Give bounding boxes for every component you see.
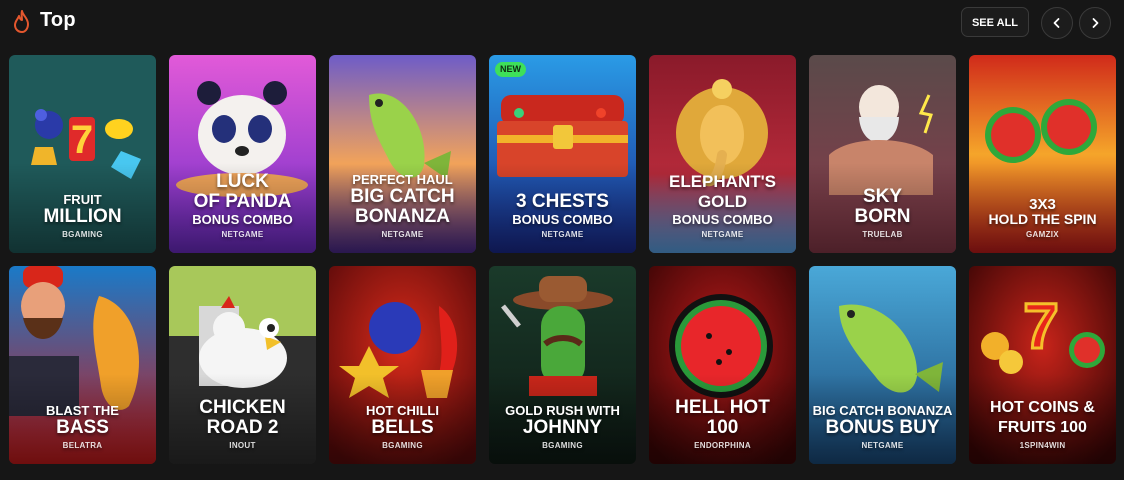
- game-text: GOLD RUSH WITH JOHNNY BGAMING: [489, 403, 636, 452]
- game-title: HOT COINS & FRUITS 100: [990, 399, 1095, 436]
- game-line1: BLAST THE: [46, 403, 119, 418]
- game-line1: FRUIT: [63, 192, 102, 207]
- game-provider: BGAMING: [382, 441, 423, 450]
- game-text: FRUIT MILLION BGAMING: [9, 192, 156, 241]
- game-title: BASS: [56, 417, 109, 438]
- game-title: BIG CATCH BONANZA: [350, 186, 455, 227]
- game-text: SKY BORN TRUELAB: [809, 187, 956, 241]
- see-all-button[interactable]: SEE ALL: [961, 7, 1029, 37]
- game-card-hot-chilli-bells[interactable]: HOT CHILLI BELLS BGAMING: [329, 266, 476, 464]
- game-subtitle: HOLD THE SPIN: [988, 211, 1097, 227]
- game-text: BLAST THE BASS BELATRA: [9, 403, 156, 452]
- game-provider: NETGAME: [701, 230, 744, 239]
- game-card-luck-of-panda[interactable]: LUCK OF PANDA BONUS COMBO NETGAME: [169, 55, 316, 253]
- game-card-hot-coins-fruits-100[interactable]: 7 HOT COINS & FRUITS 100 1SPIN4WIN: [969, 266, 1116, 464]
- game-line1: BIG CATCH BONANZA: [812, 403, 953, 418]
- game-card-gold-rush-with-johnny[interactable]: GOLD RUSH WITH JOHNNY BGAMING: [489, 266, 636, 464]
- game-text: HELL HOT 100 ENDORPHINA: [649, 398, 796, 452]
- previous-button[interactable]: [1041, 7, 1073, 39]
- game-line1: PERFECT HAUL: [352, 172, 453, 187]
- game-provider: BGAMING: [62, 230, 103, 239]
- section-header: Top SEE ALL: [0, 0, 1124, 46]
- game-line1: GOLD RUSH WITH: [505, 403, 620, 418]
- game-card-3x3-hold-the-spin[interactable]: 3X3 HOLD THE SPIN GAMZIX: [969, 55, 1116, 253]
- game-title: JOHNNY: [522, 417, 603, 438]
- game-provider: NETGAME: [221, 230, 264, 239]
- game-text: BIG CATCH BONANZA BONUS BUY NETGAME: [809, 403, 956, 452]
- game-subtitle: BONUS COMBO: [672, 212, 773, 227]
- game-card-blast-the-bass[interactable]: BLAST THE BASS BELATRA: [9, 266, 156, 464]
- game-text: HOT CHILLI BELLS BGAMING: [329, 403, 476, 452]
- game-text: HOT COINS & FRUITS 100 1SPIN4WIN: [969, 398, 1116, 452]
- game-text: ELEPHANT'S GOLD BONUS COMBO NETGAME: [649, 172, 796, 241]
- game-title: SKY BORN: [854, 186, 911, 227]
- game-text: CHICKEN ROAD 2 INOUT: [169, 398, 316, 452]
- game-title: BELLS: [371, 417, 434, 438]
- section-title: Top: [40, 9, 76, 31]
- game-provider: ENDORPHINA: [694, 441, 751, 450]
- game-subtitle: BONUS COMBO: [192, 212, 293, 227]
- game-provider: GAMZIX: [1026, 230, 1059, 239]
- game-provider: BELATRA: [62, 441, 103, 450]
- svg-text:7: 7: [71, 118, 93, 162]
- new-badge: NEW: [495, 62, 526, 77]
- svg-text:7: 7: [1023, 290, 1059, 362]
- next-button[interactable]: [1079, 7, 1111, 39]
- game-line1: HOT CHILLI: [366, 403, 439, 418]
- game-card-fruit-million[interactable]: 7 FRUIT MILLION BGAMING: [9, 55, 156, 253]
- game-text: 3 CHESTS BONUS COMBO NETGAME: [489, 192, 636, 241]
- game-title: ELEPHANT'S GOLD: [669, 172, 776, 211]
- game-provider: NETGAME: [381, 230, 424, 239]
- game-card-sky-born[interactable]: SKY BORN TRUELAB: [809, 55, 956, 253]
- game-provider: BGAMING: [542, 441, 583, 450]
- game-card-chicken-road-2[interactable]: CHICKEN ROAD 2 INOUT: [169, 266, 316, 464]
- game-provider: 1SPIN4WIN: [1019, 441, 1066, 450]
- game-provider: INOUT: [229, 441, 256, 450]
- fire-icon: [14, 10, 29, 33]
- game-provider: NETGAME: [541, 230, 584, 239]
- game-title: BONUS BUY: [825, 417, 940, 438]
- game-card-elephants-gold[interactable]: ELEPHANT'S GOLD BONUS COMBO NETGAME: [649, 55, 796, 253]
- game-card-3-chests[interactable]: NEW 3 CHESTS BONUS COMBO NETGAME: [489, 55, 636, 253]
- chevron-right-icon: [1092, 18, 1099, 28]
- game-title: HELL HOT 100: [675, 397, 770, 438]
- game-title: MILLION: [43, 206, 122, 227]
- game-card-big-catch-bonanza[interactable]: PERFECT HAUL BIG CATCH BONANZA NETGAME: [329, 55, 476, 253]
- game-title: CHICKEN ROAD 2: [199, 397, 286, 438]
- game-provider: TRUELAB: [862, 230, 903, 239]
- game-text: PERFECT HAUL BIG CATCH BONANZA NETGAME: [329, 172, 476, 241]
- game-subtitle: BONUS COMBO: [512, 212, 613, 227]
- chevron-left-icon: [1053, 18, 1060, 28]
- game-card-big-catch-bonanza-bonus-buy[interactable]: BIG CATCH BONANZA BONUS BUY NETGAME: [809, 266, 956, 464]
- game-line1: 3X3: [1029, 196, 1056, 213]
- game-title: 3 CHESTS: [516, 191, 609, 212]
- game-card-hell-hot-100[interactable]: HELL HOT 100 ENDORPHINA: [649, 266, 796, 464]
- game-provider: NETGAME: [861, 441, 904, 450]
- game-title: LUCK OF PANDA: [193, 171, 292, 212]
- game-text: 3X3 HOLD THE SPIN GAMZIX: [969, 197, 1116, 241]
- game-text: LUCK OF PANDA BONUS COMBO NETGAME: [169, 172, 316, 241]
